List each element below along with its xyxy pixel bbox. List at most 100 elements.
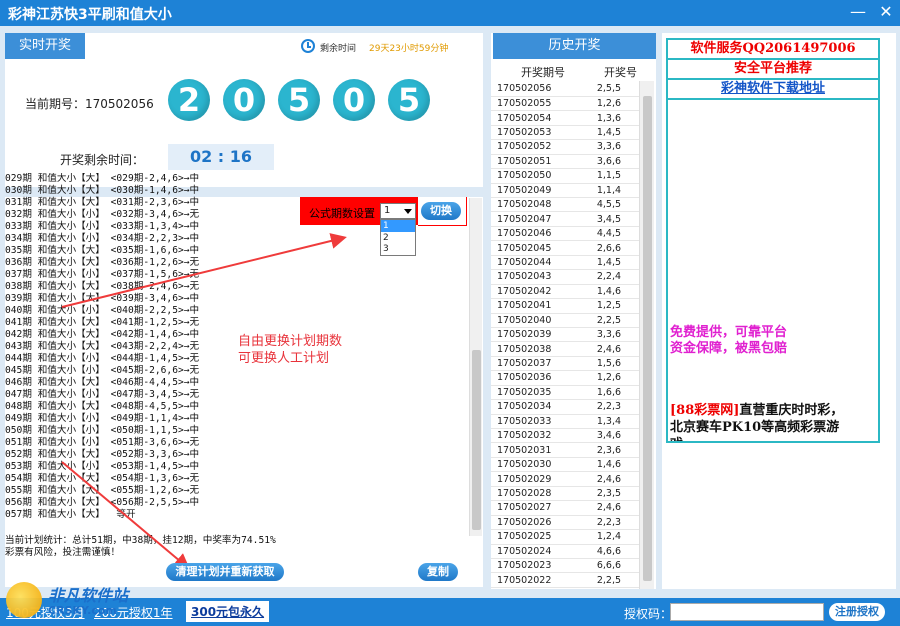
history-row[interactable]: 170502024 4,6,6 xyxy=(491,544,639,559)
close-button[interactable]: ✕ xyxy=(874,1,898,23)
history-row[interactable]: 170502051 3,6,6 xyxy=(491,154,639,170)
history-row[interactable]: 170502044 1,4,5 xyxy=(491,255,639,271)
auth-code-input[interactable] xyxy=(670,603,824,621)
ad-safe-platform[interactable]: 安全平台推荐 xyxy=(668,60,878,80)
history-row[interactable]: 170502049 1,1,4 xyxy=(491,183,639,199)
history-period-cell: 170502035 xyxy=(491,385,575,401)
history-row[interactable]: 170502042 1,4,6 xyxy=(491,284,639,300)
plan-line: 037期 和值大小【小】 <037期-1,5,6>→无 xyxy=(5,269,200,280)
history-scrollbar-thumb[interactable] xyxy=(643,96,652,581)
history-row[interactable]: 170502054 1,3,6 xyxy=(491,110,639,126)
history-number-cell: 1,1,4 xyxy=(574,183,639,199)
copy-button[interactable]: 复制 xyxy=(418,563,458,581)
history-row[interactable]: 170502039 3,3,6 xyxy=(491,327,639,343)
plan-line: 054期 和值大小【大】 <054期-1,3,6>→无 xyxy=(5,473,200,484)
ad-download-link[interactable]: 彩神软件下载地址 xyxy=(668,80,878,100)
history-row[interactable]: 170502029 2,4,6 xyxy=(491,471,639,487)
buy-forever-link[interactable]: 300元包永久 xyxy=(186,601,270,622)
history-row[interactable]: 170502033 1,3,4 xyxy=(491,414,639,430)
ad-promo-line-3: 戏 xyxy=(670,437,683,441)
history-row[interactable]: 170502056 2,5,5 xyxy=(491,82,639,97)
history-row[interactable]: 170502048 4,5,5 xyxy=(491,197,639,213)
plan-line: 048期 和值大小【大】 <048期-4,5,5>→中 xyxy=(5,401,200,412)
chevron-down-icon[interactable] xyxy=(404,209,412,214)
history-period-cell: 170502039 xyxy=(491,327,575,343)
history-row[interactable]: 170502027 2,4,6 xyxy=(491,500,639,516)
tab-live-draw[interactable]: 实时开奖 xyxy=(5,33,85,59)
history-number-cell: 1,6,6 xyxy=(574,385,639,401)
history-scrollbar[interactable] xyxy=(639,81,654,589)
history-number-cell: 3,3,6 xyxy=(574,327,639,343)
history-row[interactable]: 170502032 3,4,6 xyxy=(491,428,639,444)
history-period-cell: 170502036 xyxy=(491,370,575,386)
switch-button[interactable]: 切换 xyxy=(421,202,461,220)
history-row[interactable]: 170502035 1,6,6 xyxy=(491,385,639,401)
plan-line: 045期 和值大小【小】 <045期-2,6,6>→无 xyxy=(5,365,200,376)
history-period-cell: 170502053 xyxy=(491,125,575,141)
history-period-cell: 170502025 xyxy=(491,529,575,545)
tab-history-draw[interactable]: 历史开奖 xyxy=(493,33,656,59)
history-row[interactable]: 170502026 2,2,3 xyxy=(491,515,639,531)
minimize-button[interactable]: — xyxy=(846,1,870,23)
setting-divider xyxy=(418,225,466,226)
plan-scrollbar-thumb[interactable] xyxy=(472,350,481,530)
history-number-cell: 2,6,6 xyxy=(574,240,639,256)
ad-free-2[interactable]: 资金保障，被黑包赔 xyxy=(670,337,787,356)
history-number-cell: 6,6,6 xyxy=(574,558,639,574)
history-row[interactable]: 170502023 6,6,6 xyxy=(491,558,639,574)
history-number-cell: 1,4,6 xyxy=(574,457,639,473)
history-period-cell: 170502042 xyxy=(491,284,575,300)
title-bar: 彩神江苏快3平刷和值大小 — ✕ xyxy=(0,0,900,26)
history-number-cell: 1,2,6 xyxy=(574,370,639,386)
history-row[interactable]: 170502031 2,3,6 xyxy=(491,442,639,458)
history-row[interactable]: 170502030 1,4,6 xyxy=(491,457,639,473)
ad-promo[interactable]: [88彩票网]直营重庆时时彩， 北京赛车PK10等高频彩票游 戏 xyxy=(670,402,875,441)
ad-service-qq[interactable]: 软件服务QQ2061497006 xyxy=(668,40,878,60)
history-period-cell: 170502041 xyxy=(491,298,575,314)
history-row[interactable]: 170502043 2,2,4 xyxy=(491,269,639,285)
history-number-cell: 2,3,5 xyxy=(574,486,639,502)
history-period-cell: 170502052 xyxy=(491,139,575,155)
history-row[interactable]: 170502052 3,3,6 xyxy=(491,139,639,155)
dropdown-option-1[interactable]: 1 xyxy=(381,220,415,232)
history-col-period: 开奖期号 xyxy=(521,66,565,79)
history-row[interactable]: 170502025 1,2,4 xyxy=(491,529,639,545)
history-number-cell: 4,5,5 xyxy=(574,197,639,213)
history-row[interactable]: 170502038 2,4,6 xyxy=(491,341,639,357)
history-period-cell: 170502046 xyxy=(491,226,575,242)
period-select[interactable]: 1 xyxy=(380,203,416,219)
history-number-cell: 2,2,3 xyxy=(574,399,639,415)
history-period-cell: 170502056 xyxy=(491,82,575,97)
history-row[interactable]: 170502028 2,3,5 xyxy=(491,486,639,502)
draw-ball-1: 2 xyxy=(168,79,210,121)
history-number-cell: 1,5,6 xyxy=(574,356,639,372)
history-row[interactable]: 170502055 1,2,6 xyxy=(491,96,639,112)
current-period: 当前期号：170502056 xyxy=(25,97,154,111)
register-auth-button[interactable]: 注册授权 xyxy=(829,603,885,621)
history-number-cell: 1,1,5 xyxy=(574,168,639,184)
history-row[interactable]: 170502046 4,4,5 xyxy=(491,226,639,242)
history-row[interactable]: 170502050 1,1,5 xyxy=(491,168,639,184)
history-row[interactable]: 170502045 2,6,6 xyxy=(491,240,639,256)
history-period-cell: 170502026 xyxy=(491,515,575,531)
history-row[interactable]: 170502034 2,2,3 xyxy=(491,399,639,415)
history-row[interactable]: 170502041 1,2,5 xyxy=(491,298,639,314)
history-row[interactable]: 170502040 2,2,5 xyxy=(491,313,639,328)
history-number-cell: 3,4,6 xyxy=(574,428,639,444)
history-number-cell: 1,4,5 xyxy=(574,125,639,141)
history-number-cell: 2,4,6 xyxy=(574,471,639,487)
history-number-cell: 1,2,6 xyxy=(574,96,639,112)
history-row[interactable]: 170502036 1,2,6 xyxy=(491,370,639,386)
history-row[interactable]: 170502022 2,2,5 xyxy=(491,572,639,588)
dropdown-option-2[interactable]: 2 xyxy=(381,232,415,244)
dropdown-option-3[interactable]: 3 xyxy=(381,244,415,255)
remaining-label: 剩余时间 xyxy=(320,44,357,54)
plan-scrollbar[interactable] xyxy=(469,198,482,536)
history-period-cell: 170502033 xyxy=(491,414,575,430)
clear-plan-button[interactable]: 清理计划并重新获取 xyxy=(166,563,284,581)
history-period-cell: 170502027 xyxy=(491,500,575,516)
history-row[interactable]: 170502047 3,4,5 xyxy=(491,211,639,227)
history-row[interactable]: 170502037 1,5,6 xyxy=(491,356,639,372)
history-row[interactable]: 170502053 1,4,5 xyxy=(491,125,639,141)
history-period-cell: 170502038 xyxy=(491,341,575,357)
